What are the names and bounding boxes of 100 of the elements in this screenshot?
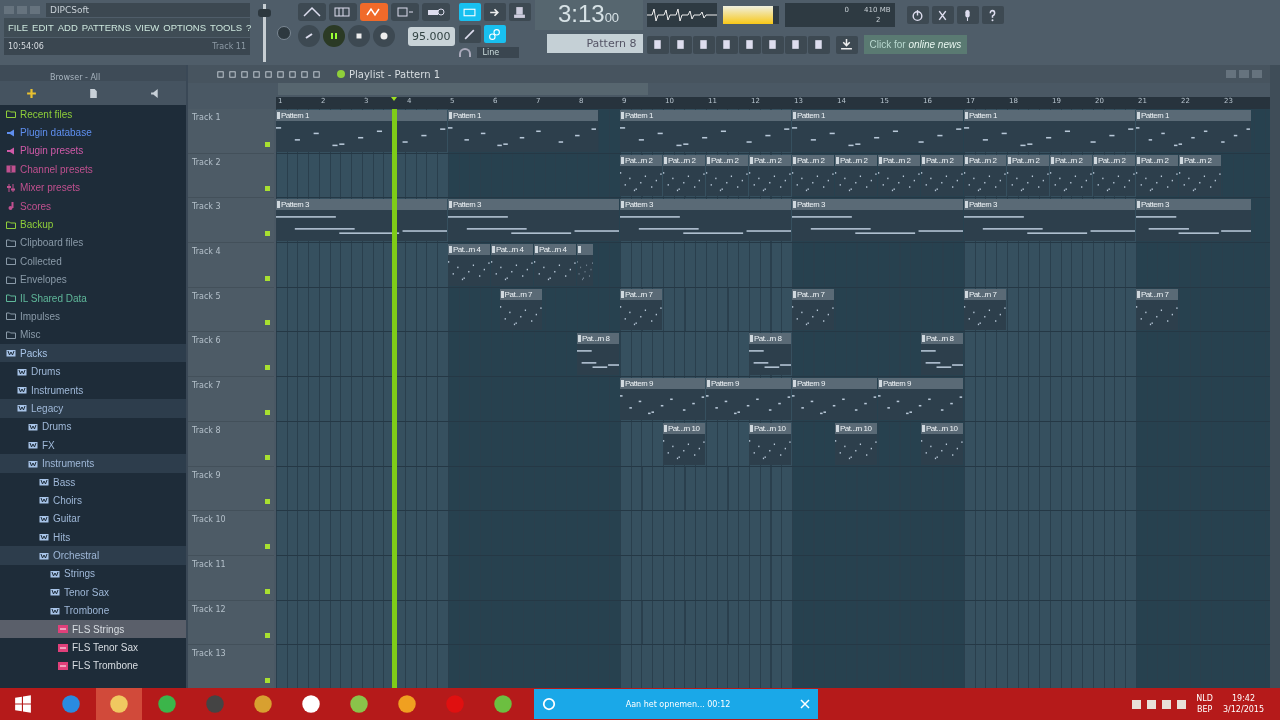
plus-icon[interactable] xyxy=(25,87,37,99)
browser-item[interactable]: Choirs xyxy=(0,491,186,510)
track-lane[interactable]: Pat...rn 8 Pat...rn 8 Pat...rn 8 xyxy=(276,332,1270,378)
pattern-clip[interactable]: Pattern 1 xyxy=(792,110,963,152)
track-lane[interactable] xyxy=(276,600,1270,646)
browser-item[interactable]: Drums xyxy=(0,417,186,437)
record-button[interactable] xyxy=(373,25,395,47)
pattern-clip[interactable]: Pattern 1 xyxy=(964,110,1135,152)
power-button[interactable] xyxy=(906,6,929,24)
pattern-clip[interactable]: Pat...rn 2 xyxy=(1136,154,1178,197)
browser-item[interactable]: FX xyxy=(0,436,186,455)
pattern-clip[interactable]: Pat...rn 2 xyxy=(1050,154,1092,197)
track-mute-led[interactable] xyxy=(265,543,270,549)
track-mute-led[interactable] xyxy=(265,499,270,505)
browser-item[interactable]: Mixer presets xyxy=(0,178,186,197)
track-mute-led[interactable] xyxy=(265,141,270,147)
pattern-clip[interactable]: Pattern 9 xyxy=(878,378,963,420)
pattern-clip[interactable]: Pat...rn 7 xyxy=(964,288,1006,331)
track-mute-led[interactable] xyxy=(265,320,270,326)
browser-item[interactable]: Plugin database xyxy=(0,123,186,142)
track-mute-led[interactable] xyxy=(265,409,270,415)
browser-item[interactable]: Hits xyxy=(0,528,186,547)
menu-item[interactable]: EDIT xyxy=(32,22,54,33)
track-lane[interactable]: Pat...rn 4 Pat...rn 4 Pat...rn 4 xyxy=(276,243,1270,288)
system-tray-icon[interactable] xyxy=(1132,699,1187,709)
keyboard-button[interactable] xyxy=(329,3,357,21)
pattern-clip[interactable]: Pat...rn 7 xyxy=(499,288,542,331)
pattern-clip[interactable]: Pat...rn 7 xyxy=(620,288,662,331)
browser-item[interactable]: Strings xyxy=(0,564,186,584)
browser-item[interactable]: Plugin presets xyxy=(0,141,186,161)
menu-item[interactable]: PATTERNS xyxy=(81,22,132,33)
taskbar-button[interactable] xyxy=(96,688,142,720)
browser-item[interactable]: FLS Strings xyxy=(0,619,186,639)
browser-path[interactable]: Browser - All xyxy=(50,73,101,82)
browser-item[interactable]: Trombone xyxy=(0,601,186,620)
language-indicator[interactable]: NLD BEP xyxy=(1196,693,1213,715)
browser-item[interactable]: Recent files xyxy=(0,105,186,124)
pattern-clip[interactable]: Pattern 3 xyxy=(276,199,447,242)
track-mute-led[interactable] xyxy=(265,454,270,460)
pattern-clip[interactable]: Pattern 3 xyxy=(448,199,619,242)
pattern-clip[interactable]: Pattern 1 xyxy=(1136,110,1252,152)
microphone-button[interactable] xyxy=(956,6,979,24)
track-lane[interactable] xyxy=(276,511,1270,556)
pattern-clip[interactable]: Pat...rn 2 xyxy=(1007,154,1049,197)
cross-button[interactable] xyxy=(931,6,954,24)
browser-item[interactable]: Envelopes xyxy=(0,270,186,289)
browser-item[interactable]: Channel presets xyxy=(0,160,186,179)
pattern-clip[interactable]: Pat...rn 4 xyxy=(448,244,490,286)
menu-item[interactable]: ? xyxy=(246,22,252,33)
browser-item[interactable]: Packs xyxy=(0,344,186,363)
browser-item[interactable]: FLS Tenor Sax xyxy=(0,638,186,657)
track-mute-led[interactable] xyxy=(265,186,270,192)
pattern-clip[interactable]: Pat...rn 8 xyxy=(577,333,619,376)
metronome-button[interactable] xyxy=(298,3,326,21)
track-lane[interactable] xyxy=(276,466,1270,512)
pattern-clip[interactable]: Pattern 9 xyxy=(792,378,877,420)
pattern-selector[interactable]: Pattern 8 xyxy=(546,34,643,53)
online-news-link[interactable]: Click for online news xyxy=(863,35,968,54)
menu-item[interactable]: FILE xyxy=(8,22,29,33)
browser-item[interactable]: Drums xyxy=(0,362,186,381)
browser-item[interactable]: Collected xyxy=(0,252,186,271)
pattern-clip[interactable]: Pat...rn 2 xyxy=(964,154,1006,197)
pattern-clip[interactable]: Pat...rn 4 xyxy=(491,244,533,286)
typing-keyboard-button[interactable] xyxy=(458,3,481,21)
pattern-clip[interactable]: Pat...rn 8 xyxy=(921,333,963,376)
track-lane[interactable] xyxy=(276,645,1270,688)
pattern-clip[interactable]: Pat...rn 10 xyxy=(663,422,705,465)
pattern-clip[interactable]: Pattern 1 xyxy=(620,110,791,152)
pause-button[interactable] xyxy=(323,25,345,47)
browser-item[interactable]: IL Shared Data xyxy=(0,288,186,308)
pattern-clip[interactable]: Pattern 9 xyxy=(706,378,791,420)
pitch-knob[interactable] xyxy=(276,25,291,40)
browser-item[interactable]: Legacy xyxy=(0,399,186,418)
pattern-clip[interactable]: Pat...rn 2 xyxy=(663,154,705,197)
pattern-clip[interactable]: Pattern 3 xyxy=(792,199,963,242)
snap-dropdown[interactable]: Line xyxy=(476,47,520,58)
track-mute-led[interactable] xyxy=(265,588,270,594)
pattern-clip[interactable]: Pattern 3 xyxy=(620,199,791,242)
track-mute-led[interactable] xyxy=(265,231,270,237)
track-mute-led[interactable] xyxy=(265,365,270,371)
master-volume-slider[interactable] xyxy=(257,3,271,62)
track-lane[interactable]: Pattern 3 Pattern 3 Pattern 3 Pattern 3 Pattern 3 Pattern 3 xyxy=(276,198,1270,244)
pattern-clip[interactable]: Pattern 3 xyxy=(964,199,1135,242)
browser-item[interactable]: Backup xyxy=(0,215,186,234)
track-mute-led[interactable] xyxy=(265,633,270,639)
pattern-clip[interactable]: Pat...rn 10 xyxy=(835,422,877,465)
help-button[interactable] xyxy=(981,6,1004,24)
arrow-button[interactable] xyxy=(483,3,506,21)
track-lane[interactable] xyxy=(276,555,1270,601)
pattern-clip[interactable]: Pattern 1 xyxy=(448,110,598,152)
pattern-clip[interactable]: Pat...rn 10 xyxy=(749,422,791,465)
pattern-clip[interactable]: Pattern 1 xyxy=(276,110,447,152)
link-button[interactable] xyxy=(483,25,506,43)
track-lane[interactable]: Pat...rn 2 Pat...rn 2 Pat...rn 2 Pat...rn 2 Pat...rn 2 Pat...rn 2 Pat...rn 2 Pat...rn 2 Pat...rn 2 Pat...rn 2 Pat...rn 2 Pat...rn 2 Pat...rn 2 Pat...rn 2 xyxy=(276,153,1270,199)
pattern-clip[interactable]: Pat...rn 2 xyxy=(1093,154,1135,197)
pattern-clip[interactable]: Pat...rn 2 xyxy=(706,154,748,197)
pattern-clip[interactable]: Pat...rn 8 xyxy=(749,333,791,376)
browser-item[interactable]: Instruments xyxy=(0,380,186,400)
browser-item[interactable]: Misc xyxy=(0,325,186,345)
browser-item[interactable]: Bass xyxy=(0,472,186,492)
